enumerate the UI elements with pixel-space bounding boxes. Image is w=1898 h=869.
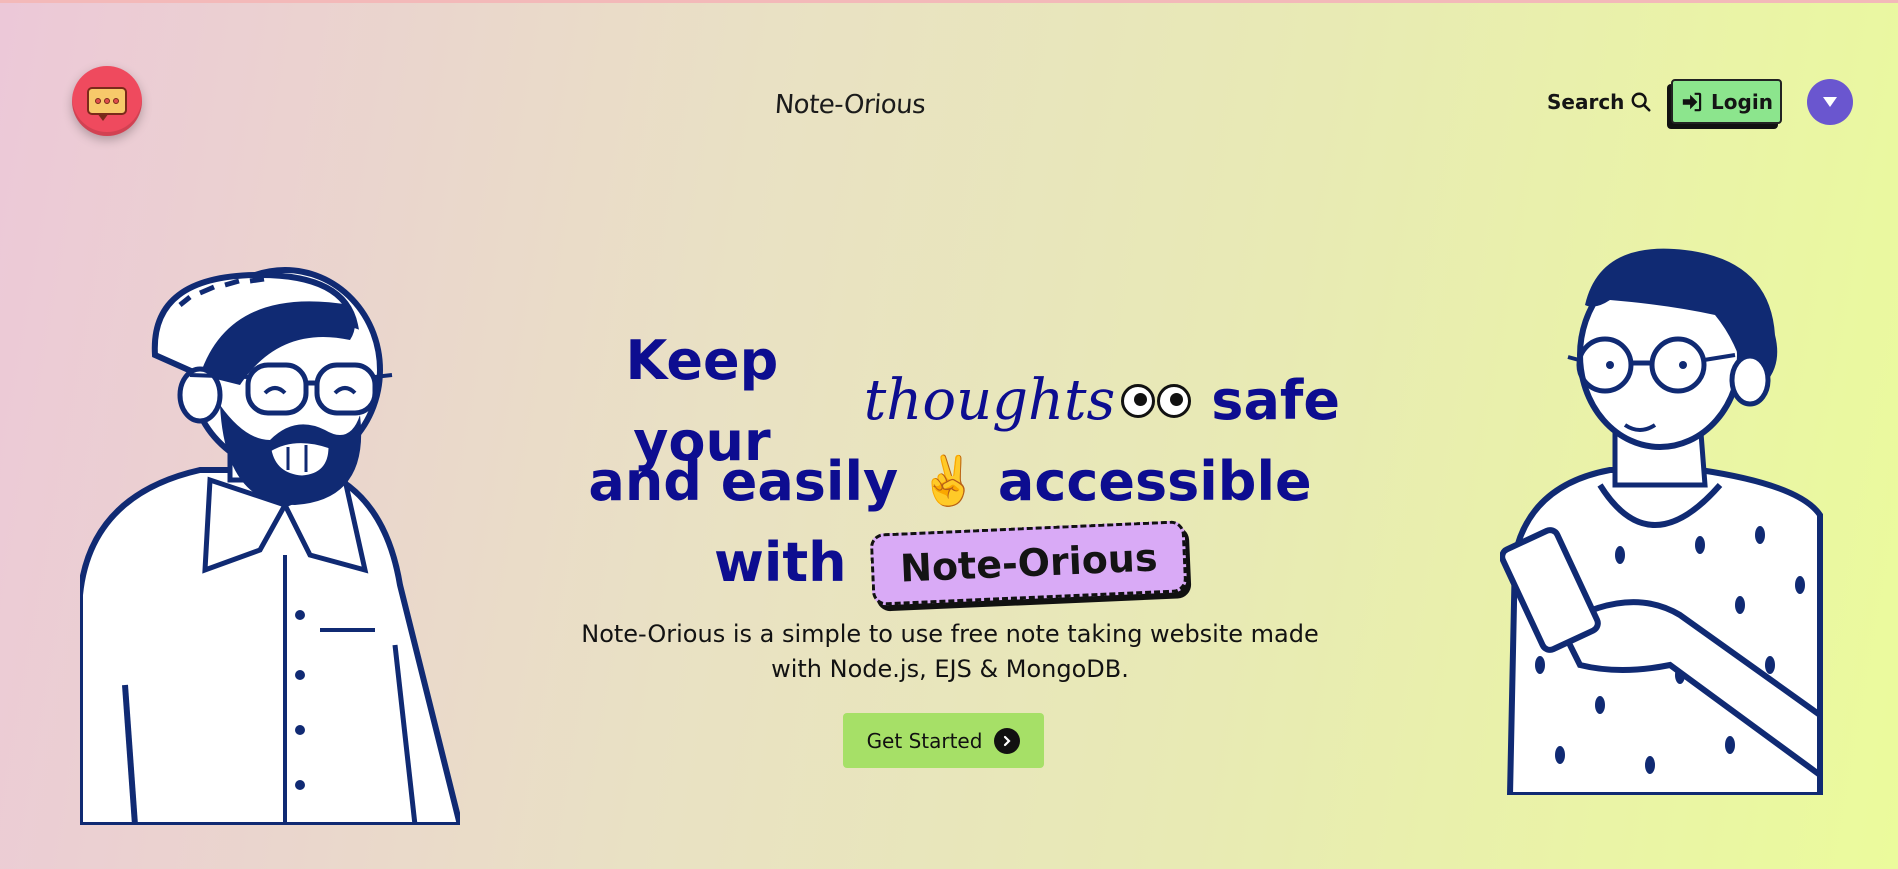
- woman-illustration: [1500, 248, 1823, 795]
- hero-line-2: and easily ✌️ accessible: [560, 441, 1340, 522]
- hero-text: safe: [1211, 369, 1340, 432]
- hero-text: accessible: [997, 450, 1312, 513]
- description-line: with Node.js, EJS & MongoDB.: [771, 655, 1129, 683]
- hero-line-1: Keep your thoughts safe: [560, 329, 1340, 473]
- hero-line-3: with Note-Orious: [560, 519, 1340, 606]
- search-label: Search: [1547, 90, 1625, 114]
- login-button[interactable]: Login: [1671, 79, 1782, 124]
- eyes-icon: [1121, 383, 1192, 418]
- logo-button[interactable]: [72, 66, 142, 136]
- sign-in-icon: [1682, 92, 1702, 111]
- top-border: [0, 0, 1898, 3]
- brand-title[interactable]: Note-Orious: [769, 90, 931, 120]
- chat-bubble-icon: [87, 87, 127, 121]
- hero-text: and easily: [588, 450, 899, 513]
- description-line: Note-Orious is a simple to use free note…: [581, 620, 1319, 648]
- login-label: Login: [1711, 89, 1773, 114]
- hero-text: with: [713, 531, 847, 594]
- search-link[interactable]: Search: [1547, 90, 1652, 114]
- brand-badge: Note-Orious: [869, 519, 1188, 606]
- user-menu-button[interactable]: [1807, 79, 1853, 125]
- get-started-label: Get Started: [866, 728, 983, 753]
- man-illustration: [80, 267, 460, 825]
- victory-hand-icon: ✌️: [914, 449, 982, 513]
- chevron-right-icon: [994, 727, 1021, 754]
- get-started-button[interactable]: Get Started: [843, 713, 1044, 768]
- hero-script-word: thoughts: [863, 368, 1116, 433]
- search-icon: [1631, 92, 1651, 112]
- caret-down-icon: [1823, 97, 1837, 107]
- hero-heading: Keep your thoughts safe and easily ✌️ ac…: [560, 329, 1340, 606]
- hero-description: Note-Orious is a simple to use free note…: [560, 617, 1340, 687]
